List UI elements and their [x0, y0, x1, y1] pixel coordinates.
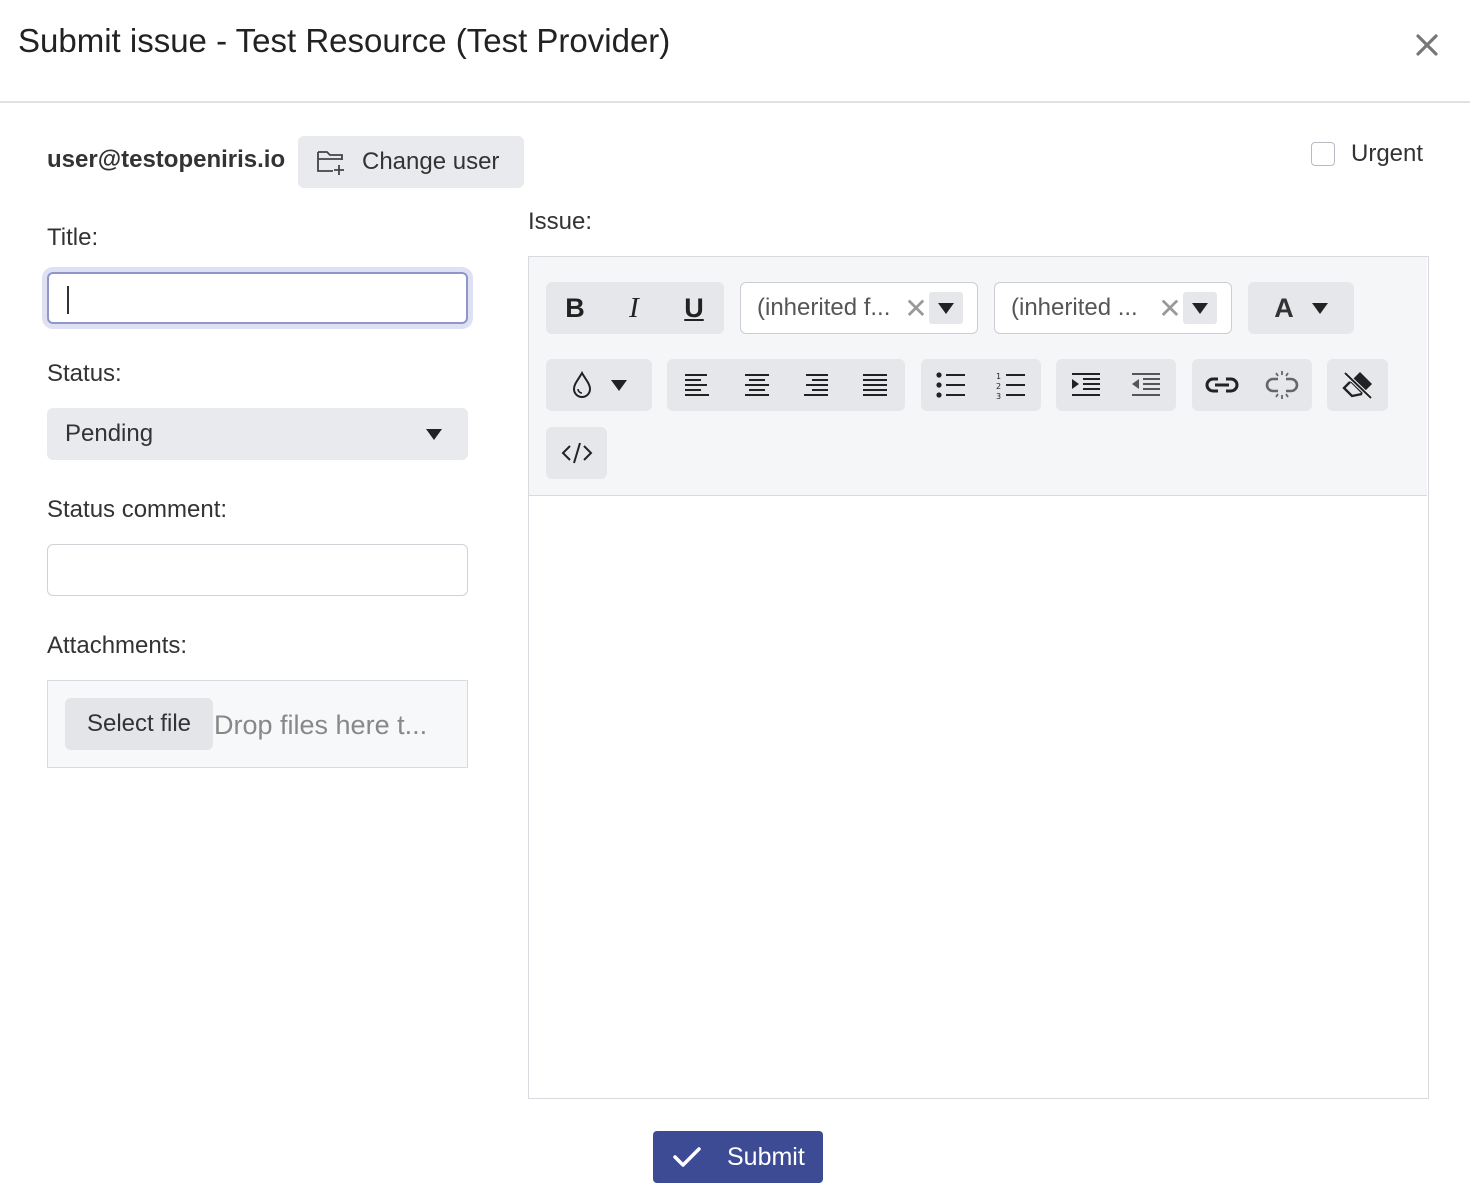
text-caret — [67, 286, 69, 314]
rich-text-editor: B I U (inherited f... ✕ (inherited ... ✕… — [528, 256, 1429, 1099]
font-size-select[interactable]: (inherited ... ✕ — [994, 282, 1232, 334]
urgent-checkbox[interactable] — [1311, 142, 1335, 166]
background-color-icon — [572, 370, 592, 398]
chevron-down-icon — [611, 379, 627, 391]
align-right-icon — [804, 374, 828, 396]
clear-font-family-icon[interactable]: ✕ — [903, 292, 929, 325]
background-color-button[interactable] — [546, 359, 652, 411]
clear-font-size-icon[interactable]: ✕ — [1157, 292, 1183, 325]
dialog-header: Submit issue - Test Resource (Test Provi… — [0, 0, 1470, 103]
chevron-down-icon — [1192, 302, 1208, 314]
view-html-button[interactable] — [546, 427, 607, 479]
outdent-button[interactable] — [1116, 359, 1176, 411]
file-dropzone[interactable]: Select file Drop files here t... — [47, 680, 468, 768]
numbered-list-icon: 1 2 3 — [996, 372, 1025, 399]
submit-button[interactable]: Submit — [653, 1131, 823, 1183]
italic-icon: I — [629, 291, 639, 324]
folder-add-icon — [317, 151, 344, 175]
chevron-down-icon — [426, 428, 442, 440]
dialog-title: Submit issue - Test Resource (Test Provi… — [18, 22, 671, 59]
chevron-down-icon — [1311, 302, 1328, 314]
bold-button[interactable]: B — [546, 282, 604, 334]
align-justify-icon — [863, 374, 887, 396]
status-label: Status: — [47, 360, 122, 387]
select-file-button[interactable]: Select file — [65, 698, 213, 750]
clear-format-icon — [1341, 371, 1372, 400]
link-group — [1192, 359, 1312, 411]
alignment-group — [667, 359, 905, 411]
align-justify-button[interactable] — [845, 359, 905, 411]
svg-text:3: 3 — [996, 392, 1001, 399]
link-button[interactable] — [1192, 359, 1252, 411]
bullet-list-icon — [936, 372, 965, 398]
font-family-select[interactable]: (inherited f... ✕ — [740, 282, 978, 334]
font-family-dropdown[interactable] — [929, 292, 963, 324]
issue-content-area[interactable] — [529, 497, 1427, 1097]
text-style-group: B I U — [546, 282, 724, 334]
urgent-option[interactable]: Urgent — [1311, 140, 1423, 168]
svg-text:2: 2 — [996, 382, 1001, 391]
chevron-down-icon — [938, 302, 954, 314]
drop-files-placeholder: Drop files here t... — [214, 710, 428, 740]
underline-button[interactable]: U — [664, 282, 724, 334]
close-button[interactable] — [1410, 28, 1444, 62]
status-comment-input[interactable] — [47, 544, 468, 596]
indent-icon — [1072, 373, 1100, 396]
indent-group — [1056, 359, 1176, 411]
font-family-value: (inherited f... — [757, 294, 891, 321]
outdent-icon — [1132, 373, 1160, 396]
align-center-button[interactable] — [727, 359, 787, 411]
editor-toolbar: B I U (inherited f... ✕ (inherited ... ✕… — [529, 257, 1427, 496]
font-size-value: (inherited ... — [1011, 294, 1138, 321]
numbered-list-button[interactable]: 1 2 3 — [981, 359, 1041, 411]
link-icon — [1205, 377, 1239, 393]
issue-label: Issue: — [528, 208, 593, 235]
status-select[interactable]: Pending — [47, 408, 468, 460]
unlink-icon — [1265, 371, 1299, 399]
change-user-button[interactable]: Change user — [298, 136, 524, 188]
font-size-dropdown[interactable] — [1183, 292, 1217, 324]
font-color-button[interactable]: A — [1248, 282, 1354, 334]
submit-label: Submit — [727, 1142, 805, 1171]
bullet-list-button[interactable] — [921, 359, 981, 411]
close-icon — [1416, 34, 1438, 56]
align-left-button[interactable] — [667, 359, 727, 411]
title-input[interactable] — [47, 272, 468, 324]
italic-button[interactable]: I — [604, 282, 664, 334]
check-icon — [673, 1147, 701, 1167]
status-value: Pending — [65, 420, 154, 447]
unlink-button[interactable] — [1252, 359, 1312, 411]
underline-icon: U — [684, 292, 704, 323]
user-email: user@testopeniris.io — [47, 146, 286, 173]
align-right-button[interactable] — [787, 359, 845, 411]
align-left-icon — [685, 374, 709, 396]
list-group: 1 2 3 — [921, 359, 1041, 411]
attachments-label: Attachments: — [47, 632, 188, 659]
status-comment-label: Status comment: — [47, 496, 228, 523]
svg-text:1: 1 — [996, 372, 1001, 381]
align-center-icon — [745, 374, 769, 396]
change-user-label: Change user — [362, 148, 500, 175]
urgent-label: Urgent — [1351, 140, 1424, 167]
indent-button[interactable] — [1056, 359, 1116, 411]
bold-icon: B — [565, 292, 585, 323]
view-html-icon — [561, 442, 592, 464]
title-label: Title: — [47, 224, 99, 251]
font-color-icon: A — [1274, 292, 1294, 323]
clear-format-button[interactable] — [1327, 359, 1388, 411]
